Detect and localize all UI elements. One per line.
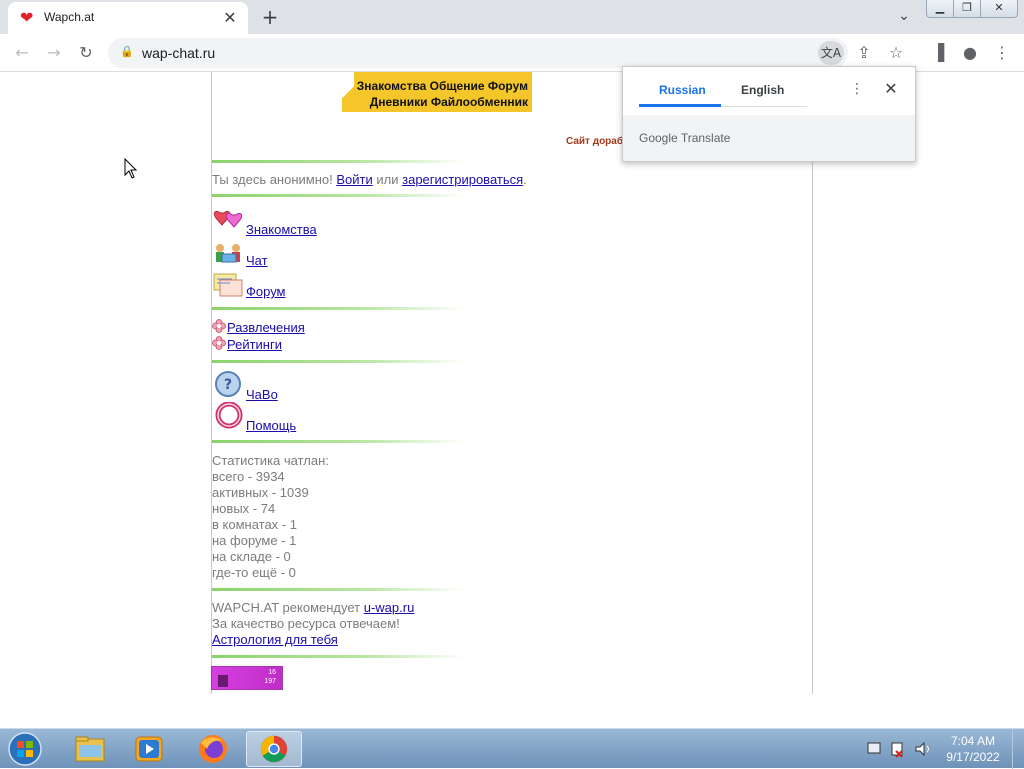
system-tray[interactable]	[860, 737, 940, 761]
register-link[interactable]: зарегистрироваться	[402, 172, 523, 187]
clock-date: 9/17/2022	[946, 750, 1000, 764]
stats-title: Статистика чатлан:	[212, 453, 329, 468]
chat-people-icon	[216, 244, 240, 263]
windows-start-icon[interactable]	[4, 731, 46, 767]
recommend-prefix: WAPCH.AT рекомендует	[212, 600, 361, 615]
divider	[212, 160, 466, 163]
forward-arrow-icon[interactable]: →	[42, 41, 66, 65]
svg-text:?: ?	[224, 377, 232, 393]
browser-tab[interactable]: ❤ Wapch.at ✕	[8, 2, 248, 34]
divider	[212, 360, 466, 363]
tab-strip: ❤ Wapch.at ✕ + ⌄ ▁ ❐ ✕	[0, 0, 1024, 34]
divider	[212, 440, 466, 443]
divider	[212, 194, 466, 197]
heart-favicon-icon: ❤	[20, 8, 34, 27]
reload-icon[interactable]: ↻	[74, 41, 98, 65]
firefox-icon[interactable]	[185, 731, 241, 767]
close-tab-icon[interactable]: ✕	[220, 8, 240, 28]
media-player-icon[interactable]	[122, 731, 178, 767]
counter-bar-icon	[218, 675, 228, 687]
lifebuoy-icon	[215, 402, 243, 429]
taskbar-clock[interactable]: 7:04 AM 9/17/2022	[940, 733, 1006, 765]
tab-search-chevron-icon[interactable]: ⌄	[894, 8, 914, 28]
recommend-link[interactable]: u-wap.ru	[364, 600, 415, 615]
translate-icon[interactable]: 文A	[818, 41, 844, 65]
flower-icon	[212, 336, 226, 350]
share-icon[interactable]: ⇪	[852, 41, 876, 65]
menu-link-chat[interactable]: Чат	[246, 253, 268, 268]
stats-line: на складе - 0	[212, 549, 291, 564]
new-tab-button[interactable]: +	[258, 6, 282, 30]
login-link[interactable]: Войти	[336, 172, 372, 187]
or-text: или	[376, 172, 399, 187]
tab-title: Wapch.at	[44, 10, 95, 24]
quality-text: За качество ресурса отвечаем!	[212, 616, 400, 631]
web-page: Знакомства Общение Форум Дневники Файлоо…	[0, 72, 1024, 728]
stats-line: всего - 3934	[212, 469, 285, 484]
active-tab-indicator	[639, 104, 721, 107]
translate-popup: Russian English ⋮ ✕ Google Translate	[622, 66, 916, 162]
divider	[212, 655, 466, 658]
side-panel-icon[interactable]: ▐	[926, 41, 950, 65]
menu-link-help[interactable]: Помощь	[246, 418, 296, 433]
window-restore-button[interactable]: ❐	[953, 0, 981, 18]
show-desktop-button[interactable]	[1012, 729, 1024, 769]
flower-icon	[212, 319, 226, 333]
stats-line: на форуме - 1	[212, 533, 297, 548]
recommend-line: WAPCH.AT рекомендует u-wap.ru	[212, 600, 414, 615]
astrology-link[interactable]: Астрология для тебя	[212, 632, 338, 647]
url-text[interactable]: wap-chat.ru	[142, 45, 215, 61]
period: .	[523, 172, 527, 187]
menu-link-faq[interactable]: ЧаВо	[246, 387, 278, 402]
stats-line: новых - 74	[212, 501, 276, 516]
bookmark-star-icon[interactable]: ☆	[884, 41, 908, 65]
menu-link-dating[interactable]: Знакомства	[246, 222, 317, 237]
counter-top-value: 16	[268, 669, 276, 676]
banner-line-1: Знакомства Общение Форум	[356, 79, 528, 93]
profile-avatar-icon[interactable]: ●	[958, 41, 982, 65]
anon-text: Ты здесь анонимно!	[212, 172, 333, 187]
chrome-icon[interactable]	[246, 731, 302, 767]
translate-footer: Google Translate	[623, 115, 915, 161]
window-minimize-button[interactable]: ▁	[926, 0, 954, 18]
google-translate-label: Google Translate	[639, 131, 731, 145]
counter-bottom-value: 197	[264, 678, 276, 685]
question-icon: ?	[215, 371, 241, 397]
clock-time: 7:04 AM	[950, 734, 996, 748]
translate-language-tabs: Russian English	[639, 81, 807, 107]
stats-line: в комнатах - 1	[212, 517, 297, 532]
kebab-menu-icon[interactable]: ⋮	[990, 41, 1014, 65]
stats-line: активных - 1039	[212, 485, 309, 500]
hearts-icon	[213, 210, 243, 228]
divider	[212, 588, 466, 591]
divider	[212, 307, 466, 310]
network-icon	[867, 742, 881, 754]
translate-tab-source[interactable]: Russian	[659, 83, 706, 97]
translate-more-icon[interactable]: ⋮	[849, 81, 865, 101]
forum-notes-icon	[213, 273, 243, 297]
translate-close-icon[interactable]: ✕	[881, 79, 901, 99]
menu-link-forum[interactable]: Форум	[246, 284, 286, 299]
mouse-cursor-icon	[124, 158, 138, 179]
auth-line: Ты здесь анонимно! Войти или зарегистрир…	[212, 172, 527, 187]
window-close-button[interactable]: ✕	[980, 0, 1018, 18]
menu-link-entertainment[interactable]: Развлечения	[227, 320, 305, 335]
windows-taskbar: 7:04 AM 9/17/2022	[0, 728, 1024, 769]
counter-badge[interactable]: 16 197	[211, 666, 283, 690]
menu-link-ratings[interactable]: Рейтинги	[227, 337, 282, 352]
stats-line: где-то ещё - 0	[212, 565, 296, 580]
content-right-border	[812, 72, 813, 694]
translate-tab-target[interactable]: English	[741, 83, 784, 97]
file-explorer-icon[interactable]	[62, 731, 118, 767]
lock-icon[interactable]: 🔒	[120, 45, 134, 59]
address-bar[interactable]: 🔒 wap-chat.ru 文A	[108, 38, 848, 68]
back-arrow-icon[interactable]: ←	[10, 41, 34, 65]
site-banner[interactable]: Знакомства Общение Форум Дневники Файлоо…	[342, 72, 532, 112]
banner-line-2: Дневники Файлообменник	[369, 95, 528, 109]
